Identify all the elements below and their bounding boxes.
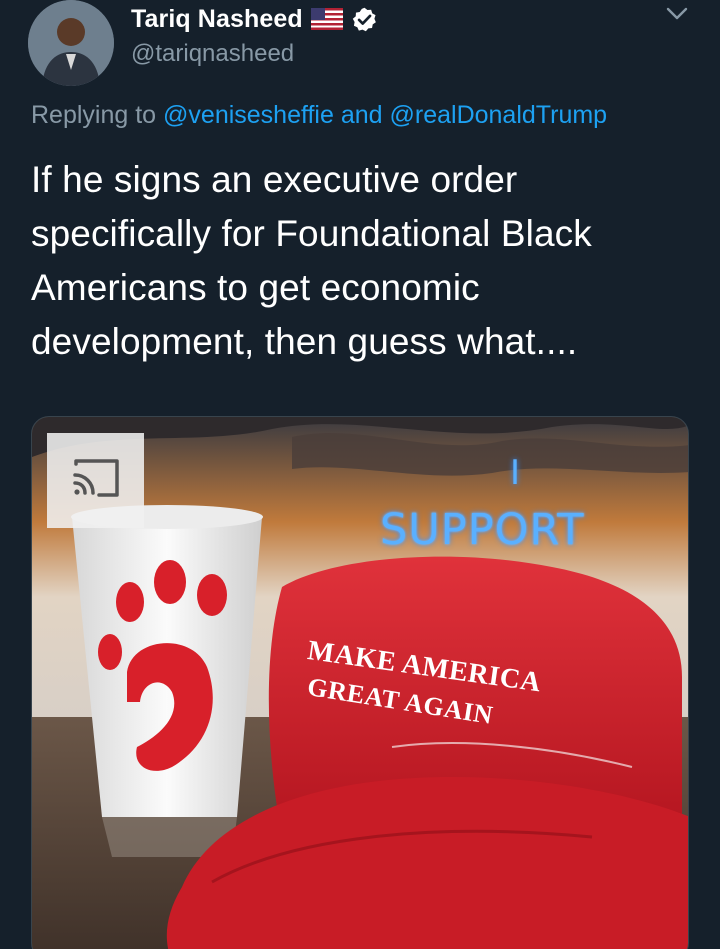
media-image[interactable]: I SUPPORT MAKE AMERICA GREAT AGAIN — [31, 416, 689, 949]
avatar[interactable] — [28, 0, 114, 86]
us-flag-icon — [310, 8, 343, 30]
chevron-down-icon[interactable] — [662, 2, 692, 26]
display-name[interactable]: Tariq Nasheed — [131, 5, 303, 34]
tweet-container: Tariq Nasheed @tariqnasheed Replying to … — [0, 0, 720, 949]
replying-to-label: Replying to — [31, 101, 164, 129]
mention-link[interactable]: @venisesheffie — [163, 101, 334, 129]
cast-icon — [71, 458, 121, 503]
handle[interactable]: @tariqnasheed — [131, 40, 294, 68]
replying-to-line: Replying to @venisesheffie and @realDona… — [31, 101, 607, 130]
mention-link[interactable]: @realDonaldTrump — [390, 101, 608, 129]
mention-conjunction[interactable]: and — [334, 101, 390, 129]
sign-i-text: I — [510, 453, 521, 493]
cast-button[interactable] — [47, 433, 144, 528]
sign-support-text: SUPPORT — [380, 505, 585, 555]
tweet-text: If he signs an executive order specifica… — [31, 159, 592, 362]
verified-icon — [351, 6, 378, 33]
author-name-row: Tariq Nasheed — [131, 4, 378, 34]
